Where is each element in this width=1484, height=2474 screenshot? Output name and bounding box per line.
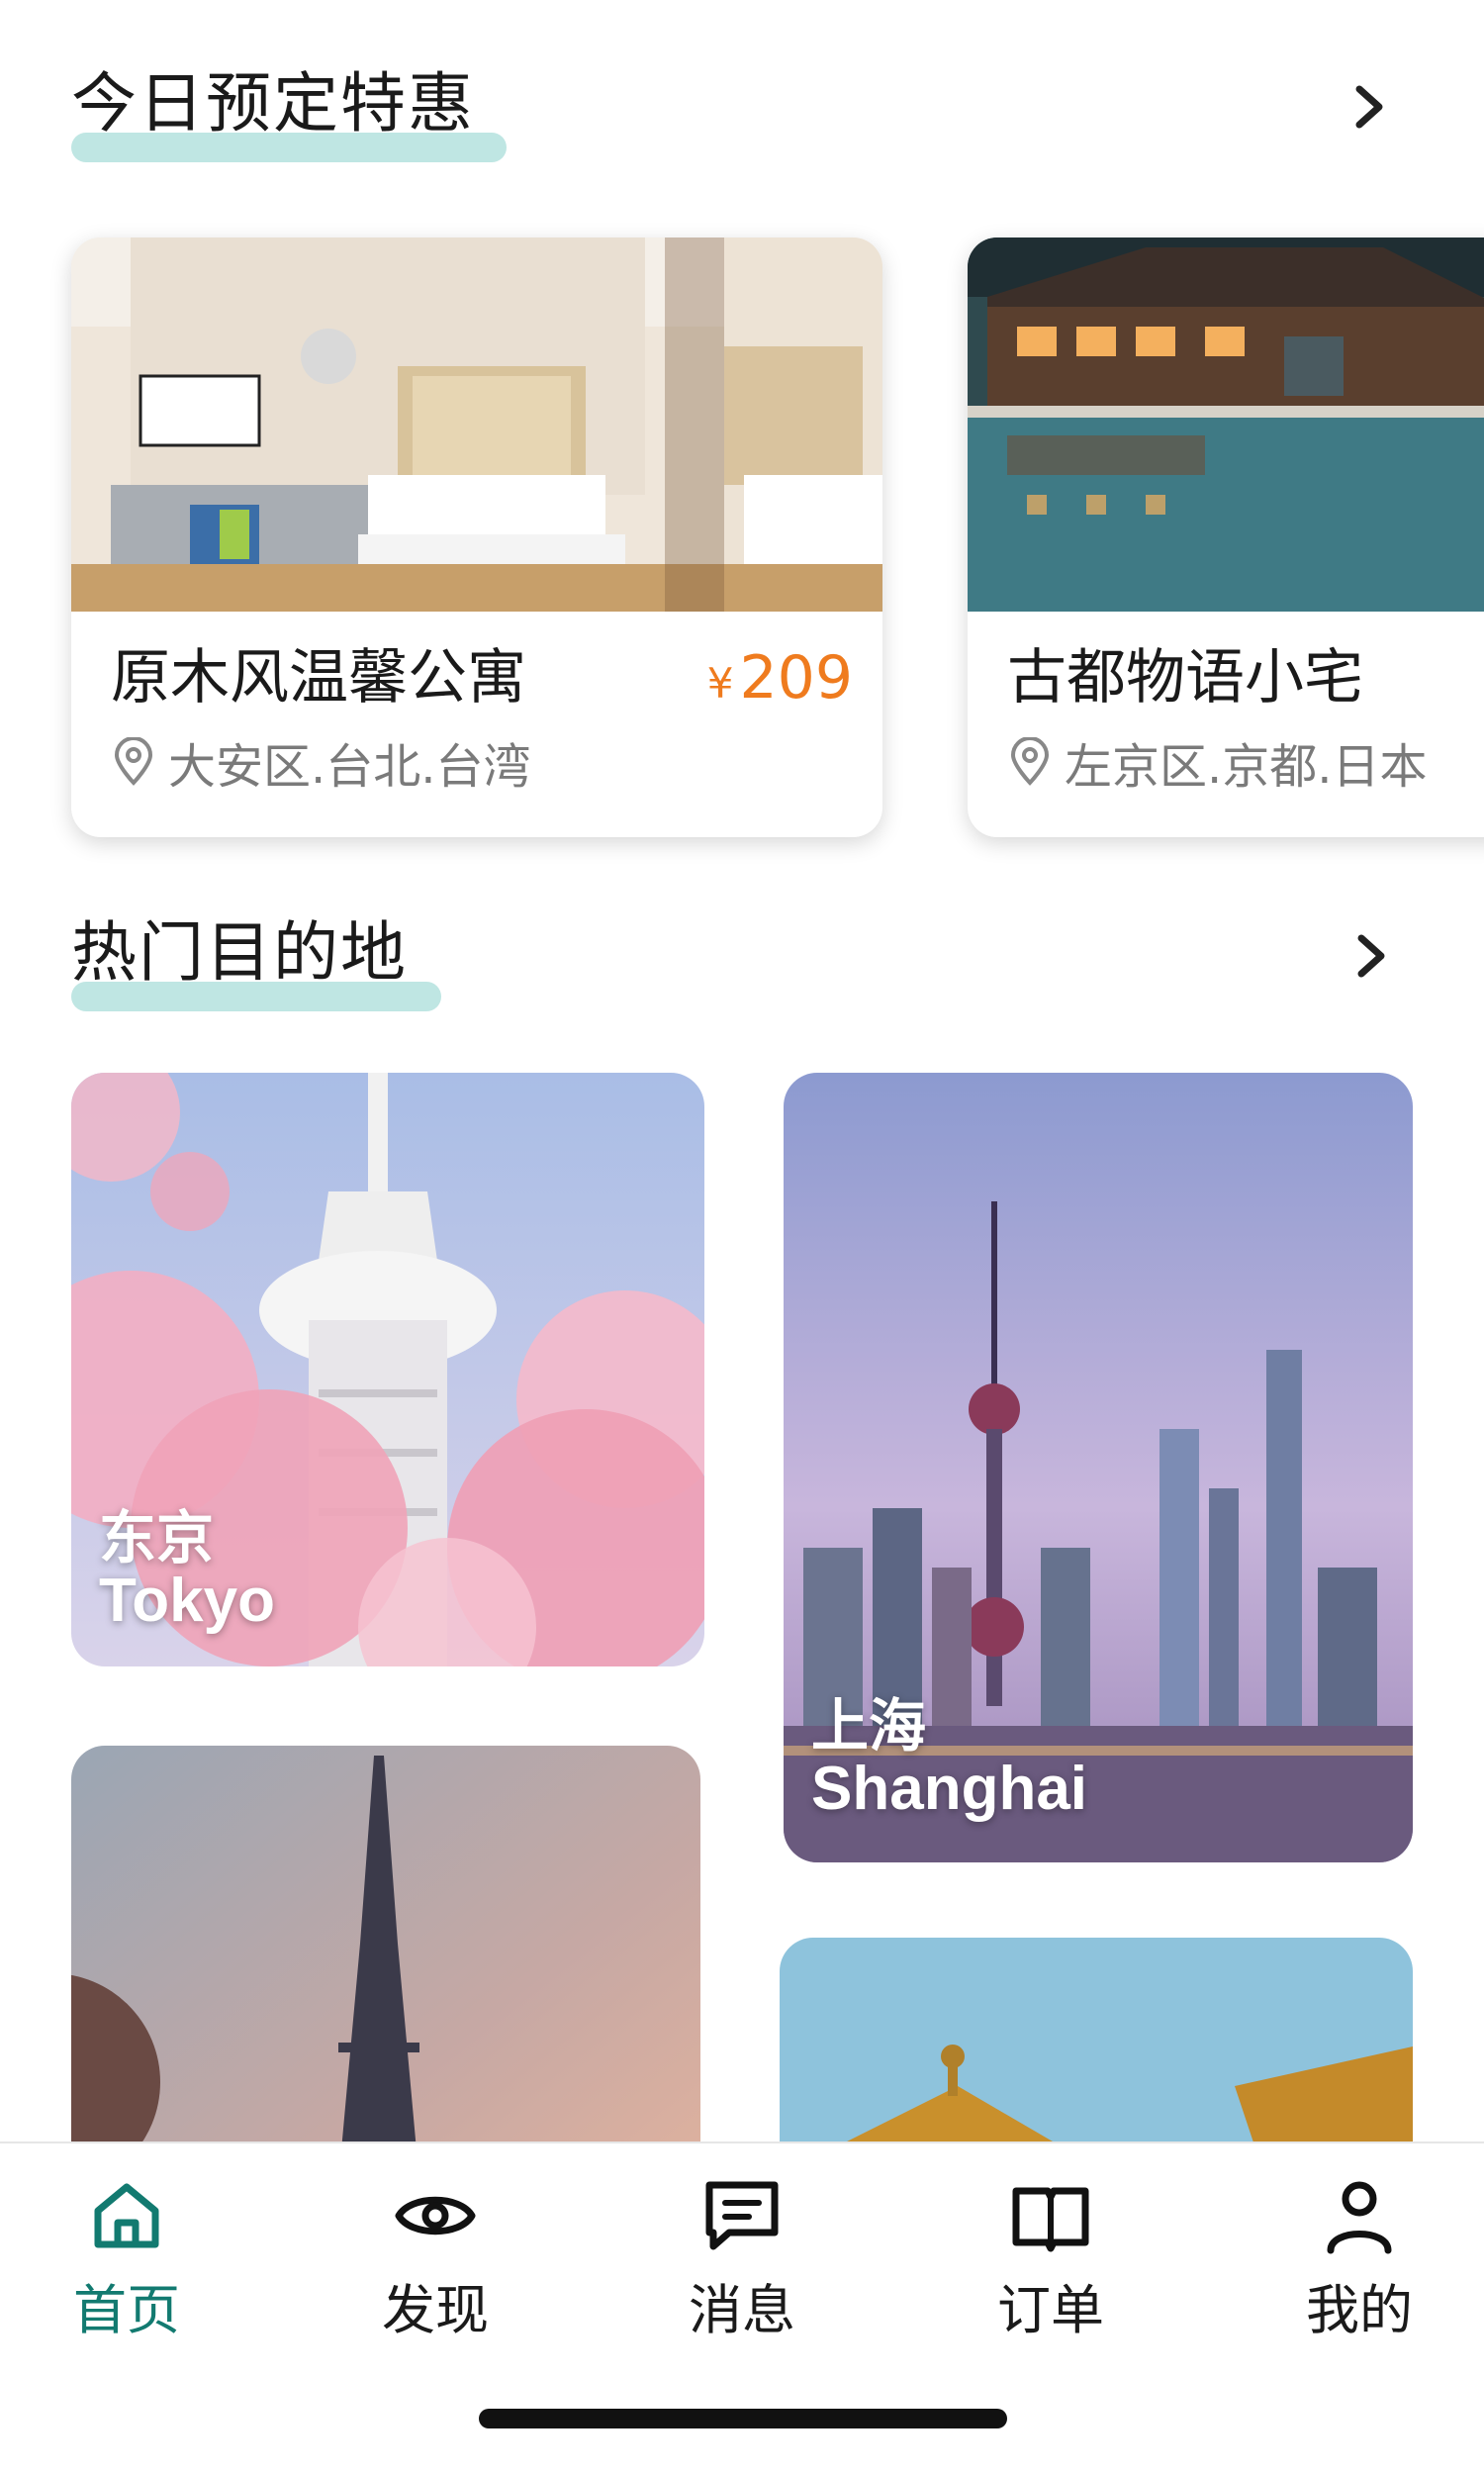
tab-label: 消息 [689, 2279, 795, 2341]
destinations-more-chevron-icon[interactable] [1340, 924, 1403, 988]
tab-orders[interactable]: 订单 [952, 2173, 1150, 2341]
tab-messages[interactable]: 消息 [643, 2173, 841, 2341]
deal-location: 左京区.京都.日本 [1007, 732, 1428, 795]
destination-card-tokyo[interactable]: 东京 Tokyo [71, 1073, 704, 1666]
price-value: 209 [739, 643, 853, 713]
deal-card-kyoto-house[interactable]: 古都物语小宅 左京区.京都.日本 [968, 238, 1484, 837]
deal-card-apartment[interactable]: 原木风温馨公寓 ¥209 大安区.台北.台湾 [71, 238, 882, 837]
deal-location: 大安区.台北.台湾 [111, 732, 531, 795]
deals-title-text: 今日预定特惠 [71, 65, 475, 142]
location-pin-icon [114, 737, 153, 786]
price-currency: ¥ [706, 659, 734, 708]
tab-profile[interactable]: 我的 [1260, 2173, 1458, 2341]
home-indicator[interactable] [479, 2409, 1007, 2428]
tab-discover[interactable]: 发现 [336, 2173, 534, 2341]
deal-price: ¥209 [707, 638, 853, 723]
message-icon [705, 2181, 779, 2250]
destination-label: 东京 Tokyo [99, 1508, 275, 1633]
destination-label: 上海 Shanghai [811, 1696, 1087, 1821]
deal-name: 原木风温馨公寓 [111, 643, 526, 713]
destination-name-cn: 东京 [99, 1504, 215, 1571]
deals-more-chevron-icon[interactable] [1338, 75, 1401, 139]
deal-name: 古都物语小宅 [1007, 643, 1363, 713]
book-icon [1012, 2187, 1089, 2252]
person-icon [1327, 2181, 1392, 2254]
tab-label: 发现 [382, 2279, 489, 2341]
tab-home[interactable]: 首页 [28, 2173, 226, 2341]
eye-icon [395, 2196, 476, 2236]
destinations-section-title: 热门目的地 [71, 908, 441, 1017]
tab-label: 首页 [73, 2279, 180, 2341]
deal-image-bedroom [71, 238, 882, 612]
location-pin-icon [1010, 737, 1050, 786]
tab-label: 我的 [1306, 2279, 1413, 2341]
destinations-title-text: 热门目的地 [71, 914, 408, 991]
destination-card-shanghai[interactable]: 上海 Shanghai [784, 1073, 1413, 1862]
destination-name-en: Shanghai [811, 1754, 1088, 1823]
destination-name-cn: 上海 [811, 1692, 927, 1760]
deal-location-text: 大安区.台北.台湾 [168, 739, 531, 795]
deals-section-title: 今日预定特惠 [71, 59, 507, 168]
tab-label: 订单 [997, 2279, 1104, 2341]
deal-location-text: 左京区.京都.日本 [1065, 739, 1428, 795]
home-icon [94, 2183, 159, 2248]
deal-image-pool-house [968, 238, 1484, 612]
destination-name-en: Tokyo [99, 1566, 275, 1635]
